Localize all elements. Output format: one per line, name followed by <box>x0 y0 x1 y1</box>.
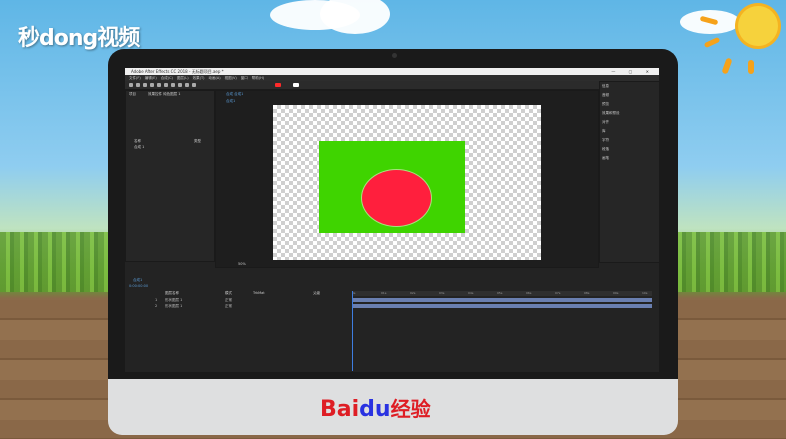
ruler-tick-label: 09s <box>613 291 619 295</box>
sun-ray <box>748 60 754 74</box>
camera-icon <box>392 53 397 58</box>
timeline-panel: 合成1 0:00:00:00 图层名称 模式 TrkMat 父级 0s 01s 02… <box>125 276 659 372</box>
right-panel-item[interactable]: 库 <box>602 129 606 134</box>
project-col-type: 类型 <box>194 139 201 143</box>
rect-tool-icon[interactable] <box>171 83 175 87</box>
text-tool-icon[interactable] <box>185 83 189 87</box>
tab-effect-controls[interactable]: 效果控件 纯色图层 1 <box>148 92 180 97</box>
right-panel-item[interactable]: 信息 <box>602 84 609 89</box>
right-panel-item[interactable]: 音频 <box>602 93 609 98</box>
green-rectangle[interactable] <box>319 141 465 233</box>
layer-number: 1 <box>155 298 158 302</box>
col-layer-name: 图层名称 <box>165 291 179 295</box>
project-col-name: 名称 <box>134 139 141 143</box>
layer-duration-bar[interactable] <box>352 298 652 302</box>
project-panel: 项目 效果控件 纯色图层 1 名称 类型 合成 1 <box>125 90 215 262</box>
col-parent: 父级 <box>313 291 320 295</box>
ruler-tick-label: 10s <box>642 291 648 295</box>
viewer-zoom[interactable]: 50% <box>238 262 246 266</box>
ruler-tick-label: 08s <box>584 291 590 295</box>
rotate-tool-icon[interactable] <box>150 83 154 87</box>
zoom-tool-icon[interactable] <box>143 83 147 87</box>
ae-window: Adobe After Effects CC 2018 - 无标题项目.aep … <box>125 68 659 372</box>
current-time-indicator[interactable] <box>352 291 353 371</box>
stroke-color-swatch[interactable] <box>293 83 299 87</box>
ruler-tick-label: 04s <box>468 291 474 295</box>
sun-icon <box>738 6 778 46</box>
comp-subtab[interactable]: 合成1 <box>226 99 235 104</box>
fill-color-swatch[interactable] <box>275 83 281 87</box>
timeline-layer-row[interactable]: 2 形状图层 1 正常 <box>125 304 350 309</box>
top-logo: 秒dong视频 <box>18 26 140 51</box>
window-controls[interactable]: — ▢ ✕ <box>611 69 655 74</box>
baidu-logo: Baidu经验 <box>320 397 431 422</box>
ruler-tick-label: 05s <box>497 291 503 295</box>
right-panel-item[interactable]: 预览 <box>602 102 609 107</box>
canvas-viewer[interactable] <box>273 105 541 260</box>
ruler-tick-label: 03s <box>439 291 445 295</box>
layer-mode[interactable]: 正常 <box>225 298 232 303</box>
col-trkmat: TrkMat <box>253 291 265 295</box>
col-mode: 模式 <box>225 291 232 295</box>
tab-timeline[interactable]: 合成1 <box>133 278 142 283</box>
red-ellipse[interactable] <box>361 169 432 227</box>
pen-tool-icon[interactable] <box>178 83 182 87</box>
timecode[interactable]: 0:00:00:00 <box>129 284 148 288</box>
tab-composition[interactable]: 合成 合成1 <box>226 92 243 97</box>
ruler-tick-label: 06s <box>526 291 532 295</box>
ruler-tick-label: 01s <box>381 291 387 295</box>
layer-number: 2 <box>155 304 158 308</box>
right-panel-item[interactable]: 效果和预设 <box>602 111 620 116</box>
ruler-tick-label: 02s <box>410 291 416 295</box>
pan-tool-icon[interactable] <box>164 83 168 87</box>
right-panel <box>599 81 659 263</box>
paw-icon: du <box>359 397 391 422</box>
tab-project[interactable]: 项目 <box>129 92 136 97</box>
selection-tool-icon[interactable] <box>129 83 133 87</box>
hand-tool-icon[interactable] <box>136 83 140 87</box>
brush-tool-icon[interactable] <box>192 83 196 87</box>
right-panel-item[interactable]: 画笔 <box>602 156 609 161</box>
title-bar: Adobe After Effects CC 2018 - 无标题项目.aep … <box>125 68 659 75</box>
camera-tool-icon[interactable] <box>157 83 161 87</box>
layer-name[interactable]: 形状图层 1 <box>165 304 182 309</box>
project-item[interactable]: 合成 1 <box>134 145 144 150</box>
layer-duration-bar[interactable] <box>352 304 652 308</box>
toolbar <box>125 81 659 90</box>
right-panel-item[interactable]: 段落 <box>602 147 609 152</box>
layer-name[interactable]: 形状图层 1 <box>165 298 182 303</box>
time-ruler[interactable]: 0s 01s 02s 03s 04s 05s 06s 07s 08s 09s 10s <box>352 291 652 296</box>
right-panel-item[interactable]: 对齐 <box>602 120 609 125</box>
layer-mode[interactable]: 正常 <box>225 304 232 309</box>
right-panel-item[interactable]: 字符 <box>602 138 609 143</box>
ruler-tick-label: 07s <box>555 291 561 295</box>
timeline-layer-row[interactable]: 1 形状图层 1 正常 <box>125 298 350 303</box>
